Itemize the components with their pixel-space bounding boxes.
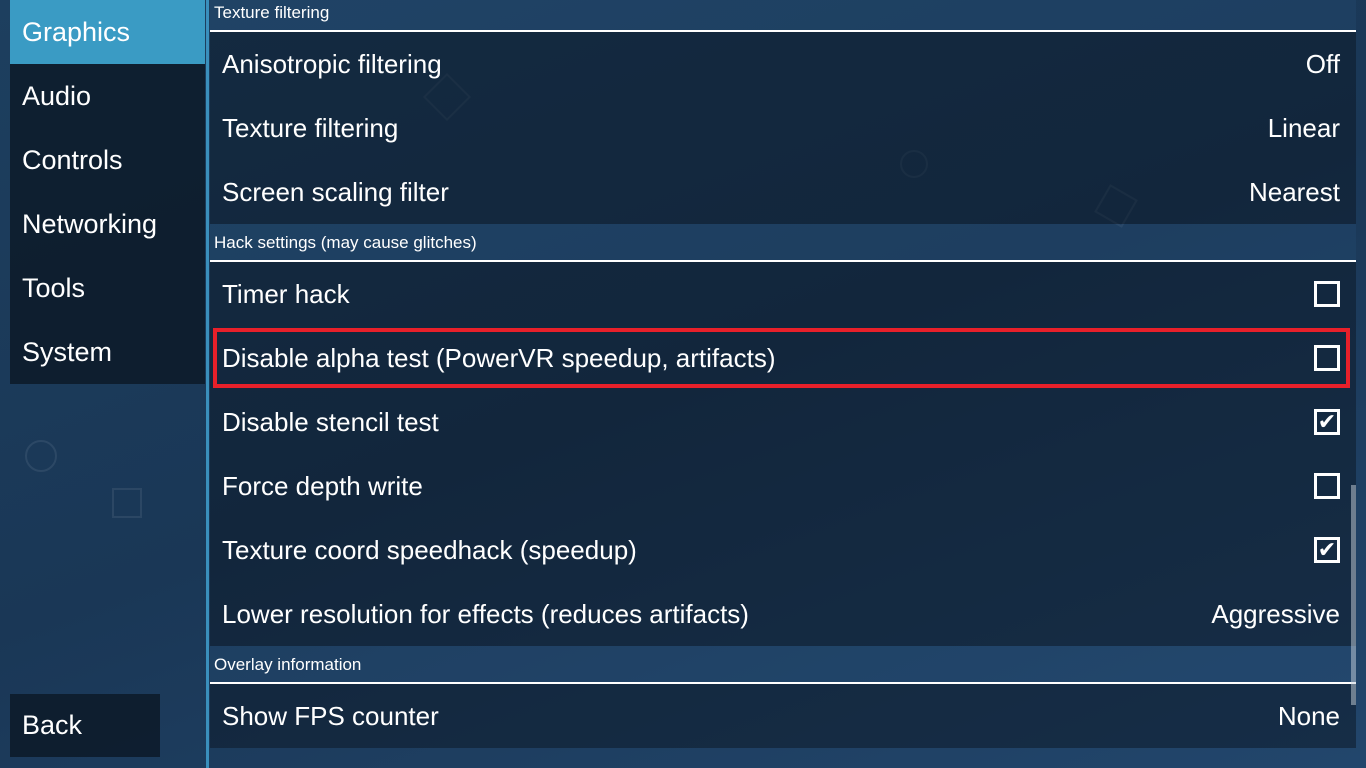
setting-label: Show FPS counter xyxy=(222,700,439,731)
setting-lower-resolution-effects[interactable]: Lower resolution for effects (reduces ar… xyxy=(210,582,1356,646)
tab-networking[interactable]: Networking xyxy=(10,192,205,256)
sidebar-divider xyxy=(206,0,209,768)
setting-force-depth-write[interactable]: Force depth write xyxy=(210,454,1356,518)
bg-circle-icon xyxy=(25,440,57,472)
setting-anisotropic-filtering[interactable]: Anisotropic filtering Off xyxy=(210,32,1356,96)
setting-label: Anisotropic filtering xyxy=(222,48,442,79)
setting-label: Texture filtering xyxy=(222,112,399,143)
setting-disable-stencil-test[interactable]: Disable stencil test ✔ xyxy=(210,390,1356,454)
setting-label: Timer hack xyxy=(222,278,350,309)
back-button[interactable]: Back xyxy=(10,694,160,757)
setting-disable-alpha-test[interactable]: Disable alpha test (PowerVR speedup, art… xyxy=(210,326,1356,390)
setting-texture-coord-speedhack[interactable]: Texture coord speedhack (speedup) ✔ xyxy=(210,518,1356,582)
section-header-hack: Hack settings (may cause glitches) xyxy=(210,224,1356,262)
checkmark-icon: ✔ xyxy=(1317,409,1337,434)
tab-controls[interactable]: Controls xyxy=(10,128,205,192)
tab-system[interactable]: System xyxy=(10,320,205,384)
setting-label: Screen scaling filter xyxy=(222,176,449,207)
setting-value: None xyxy=(1277,700,1340,731)
sidebar: Graphics Audio Controls Networking Tools… xyxy=(10,0,205,384)
settings-list: Texture filtering Anisotropic filtering O… xyxy=(210,0,1356,748)
checkbox-unchecked[interactable] xyxy=(1314,281,1340,307)
tab-graphics[interactable]: Graphics xyxy=(10,0,205,64)
checkbox-checked[interactable]: ✔ xyxy=(1314,537,1340,563)
bg-square-icon xyxy=(112,488,142,518)
setting-label: Disable alpha test (PowerVR speedup, art… xyxy=(222,342,776,373)
checkbox-checked[interactable]: ✔ xyxy=(1314,409,1340,435)
setting-value: Off xyxy=(1305,48,1340,79)
setting-value: Nearest xyxy=(1248,176,1340,207)
tab-tools[interactable]: Tools xyxy=(10,256,205,320)
setting-label: Lower resolution for effects (reduces ar… xyxy=(222,598,749,629)
setting-value: Linear xyxy=(1267,112,1340,143)
setting-texture-filtering[interactable]: Texture filtering Linear xyxy=(210,96,1356,160)
setting-label: Disable stencil test xyxy=(222,406,439,437)
section-header-overlay: Overlay information xyxy=(210,646,1356,684)
setting-screen-scaling-filter[interactable]: Screen scaling filter Nearest xyxy=(210,160,1356,224)
checkmark-icon: ✔ xyxy=(1317,537,1337,562)
setting-show-fps-counter[interactable]: Show FPS counter None xyxy=(210,684,1356,748)
setting-label: Force depth write xyxy=(222,470,423,501)
tab-audio[interactable]: Audio xyxy=(10,64,205,128)
scrollbar[interactable] xyxy=(1351,485,1356,705)
checkbox-unchecked[interactable] xyxy=(1314,345,1340,371)
setting-timer-hack[interactable]: Timer hack xyxy=(210,262,1356,326)
checkbox-unchecked[interactable] xyxy=(1314,473,1340,499)
setting-value: Aggressive xyxy=(1211,598,1340,629)
section-header-texture: Texture filtering xyxy=(210,0,1356,32)
setting-label: Texture coord speedhack (speedup) xyxy=(222,534,637,565)
